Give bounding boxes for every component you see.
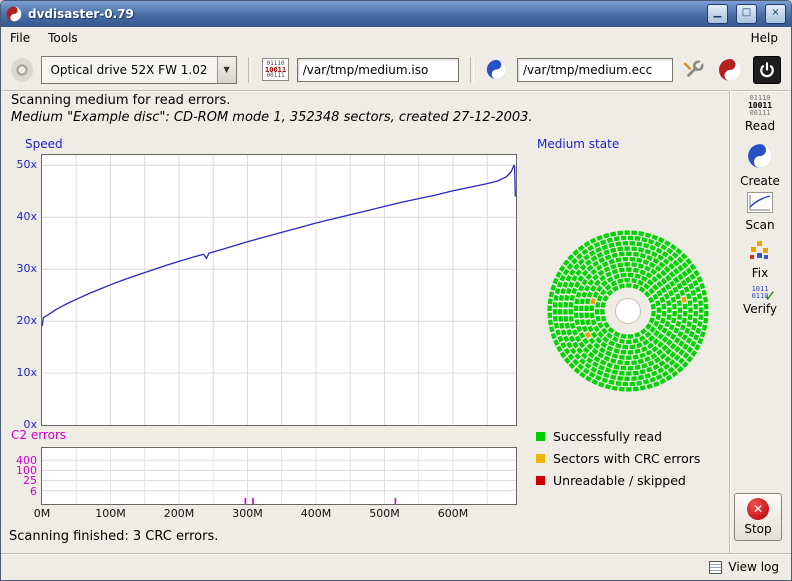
- scan-label: Scan: [745, 218, 774, 232]
- speed-title: Speed: [25, 137, 63, 151]
- speed-ytick: 30x: [16, 262, 37, 275]
- status-finished: Scanning finished: 3 CRC errors.: [9, 529, 218, 544]
- stop-button[interactable]: ✕ Stop: [734, 493, 782, 541]
- drive-selector[interactable]: Optical drive 52X FW 1.02 ▼: [41, 56, 236, 84]
- read-button[interactable]: 01110 10011 00111 Read: [732, 93, 788, 135]
- x-axis-tick: 500M: [369, 507, 400, 520]
- x-axis-tick: 600M: [438, 507, 469, 520]
- x-axis-tick: 100M: [95, 507, 126, 520]
- fix-button[interactable]: Fix: [732, 237, 788, 282]
- verify-button[interactable]: 1011 0110 ✓ Verify: [732, 284, 788, 318]
- x-axis-tick: 200M: [164, 507, 195, 520]
- speed-plot: 0x10x20x30x40x50x: [41, 154, 517, 426]
- toolbar: Optical drive 52X FW 1.02 ▼ 01110 10011 …: [1, 49, 791, 91]
- dvdisaster-help-logo-icon[interactable]: [717, 57, 743, 83]
- read-icon: 01110 10011 00111: [748, 95, 772, 117]
- dvdisaster-window: dvdisaster-0.79 ▁ □ × File Tools Help Op…: [0, 0, 792, 581]
- drive-selector-value: Optical drive 52X FW 1.02: [42, 63, 216, 77]
- status-line-2: Medium "Example disc": CD-ROM mode 1, 35…: [11, 110, 533, 125]
- legend-item-bad: Unreadable / skipped: [536, 469, 700, 491]
- menu-tools[interactable]: Tools: [39, 29, 87, 47]
- legend-label: Unreadable / skipped: [553, 473, 686, 488]
- ecc-path-input[interactable]: [517, 58, 673, 82]
- x-axis-tick: 0M: [34, 507, 51, 520]
- iso-file-icon: 01110 10011 00111: [262, 58, 288, 81]
- c2-chart-svg: [42, 448, 516, 504]
- quit-power-button[interactable]: [753, 56, 781, 84]
- c2-plot: 4001002560M100M200M300M400M500M600M: [41, 447, 517, 505]
- fix-label: Fix: [752, 266, 768, 280]
- window-title: dvdisaster-0.79: [28, 7, 699, 21]
- minimize-button[interactable]: ▁: [707, 4, 728, 24]
- bad-swatch-icon: [536, 476, 545, 485]
- menu-file[interactable]: File: [1, 29, 39, 47]
- ecc-file-icon: [485, 57, 509, 83]
- x-axis-tick: 300M: [232, 507, 263, 520]
- fix-icon: [747, 239, 773, 264]
- sidebar-divider: [729, 90, 731, 556]
- toolbar-separator: [470, 57, 474, 83]
- log-icon: [709, 561, 722, 574]
- drive-icon[interactable]: [11, 58, 33, 82]
- c2-title: C2 errors: [11, 428, 66, 442]
- status-line-1: Scanning medium for read errors.: [11, 93, 230, 108]
- legend: Successfully read Sectors with CRC error…: [536, 425, 700, 491]
- speed-ytick: 50x: [16, 158, 37, 171]
- legend-item-ok: Successfully read: [536, 425, 700, 447]
- check-icon: ✓: [764, 287, 777, 305]
- iso-icon-line: 00111: [267, 73, 285, 79]
- view-log-button[interactable]: View log: [705, 558, 783, 576]
- crc-swatch-icon: [536, 454, 545, 463]
- medium-state-disc: [543, 226, 713, 396]
- x-axis-tick: 400M: [301, 507, 332, 520]
- create-button[interactable]: Create: [732, 141, 788, 190]
- legend-item-crc: Sectors with CRC errors: [536, 447, 700, 469]
- stop-icon: ✕: [747, 498, 769, 520]
- iso-path-input[interactable]: [297, 58, 459, 82]
- chevron-down-icon: ▼: [217, 57, 236, 83]
- toolbar-right-group: [681, 56, 781, 84]
- speed-ytick: 20x: [16, 314, 37, 327]
- close-button[interactable]: ×: [765, 4, 786, 24]
- ok-swatch-icon: [536, 432, 545, 441]
- scan-icon: [747, 192, 773, 216]
- legend-label: Sectors with CRC errors: [553, 451, 700, 466]
- speed-chart-svg: [42, 155, 516, 425]
- read-icon-line: 00111: [749, 110, 770, 117]
- stop-label: Stop: [744, 522, 771, 536]
- c2-ytick: 6: [30, 485, 37, 498]
- create-label: Create: [740, 174, 780, 188]
- titlebar: dvdisaster-0.79 ▁ □ ×: [1, 1, 791, 27]
- scan-button[interactable]: Scan: [732, 190, 788, 234]
- view-log-label: View log: [728, 560, 779, 574]
- dvdisaster-logo-icon: [6, 6, 22, 22]
- speed-ytick: 40x: [16, 210, 37, 223]
- menubar: File Tools Help: [1, 27, 791, 49]
- read-label: Read: [745, 119, 775, 133]
- verify-icon: 1011 0110 ✓: [752, 286, 769, 300]
- menu-help[interactable]: Help: [742, 29, 787, 47]
- maximize-button[interactable]: □: [736, 4, 757, 24]
- toolbar-separator: [248, 57, 252, 83]
- medium-state-title: Medium state: [537, 137, 619, 151]
- statusbar: View log: [1, 553, 791, 580]
- create-icon: [747, 143, 773, 172]
- legend-label: Successfully read: [553, 429, 662, 444]
- preferences-wrench-icon[interactable]: [681, 57, 707, 83]
- speed-ytick: 10x: [16, 366, 37, 379]
